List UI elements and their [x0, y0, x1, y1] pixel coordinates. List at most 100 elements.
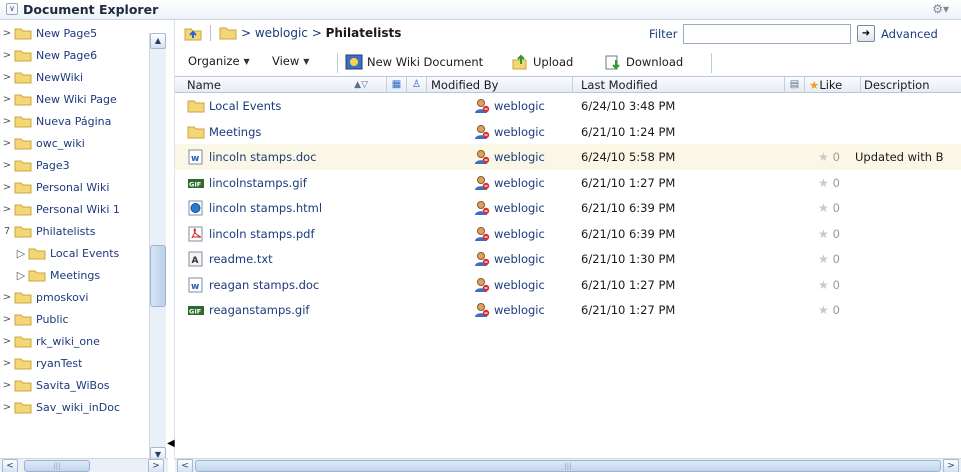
like-cell[interactable]: ★ 0 [818, 246, 858, 272]
expand-arrow-icon[interactable]: > [0, 72, 14, 83]
user-link[interactable]: weblogic [494, 144, 545, 170]
name-cell[interactable]: GIF lincolnstamps.gif [187, 170, 367, 196]
tree-item[interactable]: > Nueva Página [0, 110, 150, 132]
table-row[interactable]: Meetings weblogic 6/21/10 1:24 PM [175, 119, 961, 145]
expand-arrow-icon[interactable]: > [0, 314, 14, 325]
column-header-comments-icon[interactable]: ▤ [785, 77, 805, 93]
folder-icon[interactable] [219, 26, 237, 40]
name-cell[interactable]: Areadme.txt [187, 246, 367, 272]
user-link[interactable]: weblogic [494, 93, 545, 119]
column-header-like[interactable]: ★Like [805, 77, 861, 93]
name-cell[interactable]: w reagan stamps.doc [187, 272, 367, 298]
expand-arrow-icon[interactable]: 7 [0, 226, 14, 237]
collapse-icon[interactable]: ∨ [6, 3, 18, 15]
star-icon[interactable]: ★ [818, 303, 833, 317]
user-link[interactable]: weblogic [494, 119, 545, 145]
like-cell[interactable]: ★ 0 [818, 195, 858, 221]
column-header-description[interactable]: Description [861, 77, 961, 93]
like-cell[interactable]: ★ 0 [818, 297, 858, 323]
table-horizontal-scrollbar[interactable]: < ||| > [175, 458, 961, 472]
table-row[interactable]: Local Events weblogic 6/24/10 3:48 PM [175, 93, 961, 119]
advanced-link[interactable]: Advanced [881, 27, 938, 41]
tree-item[interactable]: > Personal Wiki 1 [0, 198, 150, 220]
table-row[interactable]: w reagan stamps.doc weblogic 6/21/10 1:27 P… [175, 272, 961, 298]
like-cell[interactable]: ★ 0 [818, 144, 858, 170]
tree-item[interactable]: > Sav_wiki_inDoc [0, 396, 150, 418]
filter-input[interactable] [683, 24, 851, 44]
up-folder-icon[interactable] [184, 26, 202, 41]
column-header-last-modified[interactable]: Last Modified [573, 77, 785, 93]
star-icon[interactable]: ★ [818, 278, 833, 292]
table-row[interactable]: lincoln stamps.pdf weblogic 6/21/10 6:39 P… [175, 221, 961, 247]
expand-arrow-icon[interactable]: > [0, 94, 14, 105]
scroll-left-arrow-icon[interactable]: < [177, 459, 193, 472]
expand-arrow-icon[interactable]: ▷ [14, 247, 28, 260]
like-cell[interactable]: ★ 0 [818, 272, 858, 298]
breadcrumb-parent-link[interactable]: > weblogic > [241, 26, 326, 40]
table-row[interactable]: w lincoln stamps.doc weblogic 6/24/10 5:58 … [175, 144, 961, 170]
splitter-collapse-icon[interactable]: ◀ [167, 438, 175, 449]
column-header-name[interactable]: Name ▲▽ [175, 77, 387, 93]
document-name-link[interactable]: reaganstamps.gif [209, 297, 309, 323]
user-link[interactable]: weblogic [494, 170, 545, 196]
table-row[interactable]: GIF lincolnstamps.gif weblogic 6/21/10 1:27… [175, 170, 961, 196]
tree-item[interactable]: 7 Philatelists [0, 220, 150, 242]
expand-arrow-icon[interactable]: > [0, 28, 14, 39]
document-name-link[interactable]: lincoln stamps.html [209, 195, 322, 221]
user-link[interactable]: weblogic [494, 272, 545, 298]
tree-vertical-scrollbar[interactable]: ▲ ▼ [149, 33, 166, 465]
expand-arrow-icon[interactable]: > [0, 138, 14, 149]
scroll-left-arrow-icon[interactable]: < [2, 459, 18, 472]
new-wiki-document-button[interactable]: New Wiki Document [345, 54, 483, 70]
organize-menu[interactable]: Organize ▼ [188, 54, 250, 68]
document-name-link[interactable]: lincoln stamps.pdf [209, 221, 315, 247]
name-cell[interactable]: lincoln stamps.pdf [187, 221, 367, 247]
star-icon[interactable]: ★ [818, 252, 833, 266]
view-menu[interactable]: View ▼ [272, 54, 309, 68]
scroll-up-arrow-icon[interactable]: ▲ [150, 33, 166, 49]
name-cell[interactable]: GIF reaganstamps.gif [187, 297, 367, 323]
document-name-link[interactable]: lincolnstamps.gif [209, 170, 307, 196]
user-link[interactable]: weblogic [494, 195, 545, 221]
document-name-link[interactable]: lincoln stamps.doc [209, 144, 317, 170]
expand-arrow-icon[interactable]: > [0, 182, 14, 193]
settings-gear-icon[interactable]: ⚙▾ [932, 2, 949, 16]
tree-horizontal-scrollbar[interactable]: < ||| > [0, 458, 168, 472]
table-row[interactable]: Areadme.txt weblogic 6/21/10 1:30 PM ★ 0 [175, 246, 961, 272]
expand-arrow-icon[interactable]: > [0, 204, 14, 215]
user-link[interactable]: weblogic [494, 297, 545, 323]
name-cell[interactable]: Meetings [187, 119, 367, 145]
column-header-type-icon[interactable]: ▦ [387, 77, 407, 93]
document-name-link[interactable]: Local Events [209, 93, 281, 119]
table-row[interactable]: GIF reaganstamps.gif weblogic 6/21/10 1:27 … [175, 297, 961, 323]
sort-arrows-icon[interactable]: ▲▽ [354, 77, 368, 93]
star-icon[interactable]: ★ [818, 201, 833, 215]
document-name-link[interactable]: reagan stamps.doc [209, 272, 319, 298]
user-link[interactable]: weblogic [494, 221, 545, 247]
document-name-link[interactable]: readme.txt [209, 246, 273, 272]
download-button[interactable]: Download [604, 54, 683, 70]
star-icon[interactable]: ★ [818, 150, 833, 164]
scroll-right-arrow-icon[interactable]: > [943, 459, 959, 472]
tree-item[interactable]: ▷ Meetings [0, 264, 150, 286]
tree-item[interactable]: ▷ Local Events [0, 242, 150, 264]
tree-item[interactable]: > Page3 [0, 154, 150, 176]
expand-arrow-icon[interactable]: ▷ [14, 269, 28, 282]
upload-button[interactable]: Upload [511, 54, 573, 70]
like-cell[interactable]: ★ 0 [818, 221, 858, 247]
expand-arrow-icon[interactable]: > [0, 380, 14, 391]
expand-arrow-icon[interactable]: > [0, 116, 14, 127]
like-cell[interactable]: ★ 0 [818, 170, 858, 196]
table-hscroll-thumb[interactable]: ||| [195, 460, 941, 472]
name-cell[interactable]: w lincoln stamps.doc [187, 144, 367, 170]
scroll-right-arrow-icon[interactable]: > [148, 459, 164, 472]
star-icon[interactable]: ★ [818, 227, 833, 241]
expand-arrow-icon[interactable]: > [0, 402, 14, 413]
tree-item[interactable]: > New Page6 [0, 44, 150, 66]
user-link[interactable]: weblogic [494, 246, 545, 272]
star-icon[interactable]: ★ [818, 176, 833, 190]
tree-item[interactable]: > NewWiki [0, 66, 150, 88]
tree-item[interactable]: > rk_wiki_one [0, 330, 150, 352]
tree-item[interactable]: > pmoskovi [0, 286, 150, 308]
expand-arrow-icon[interactable]: > [0, 160, 14, 171]
